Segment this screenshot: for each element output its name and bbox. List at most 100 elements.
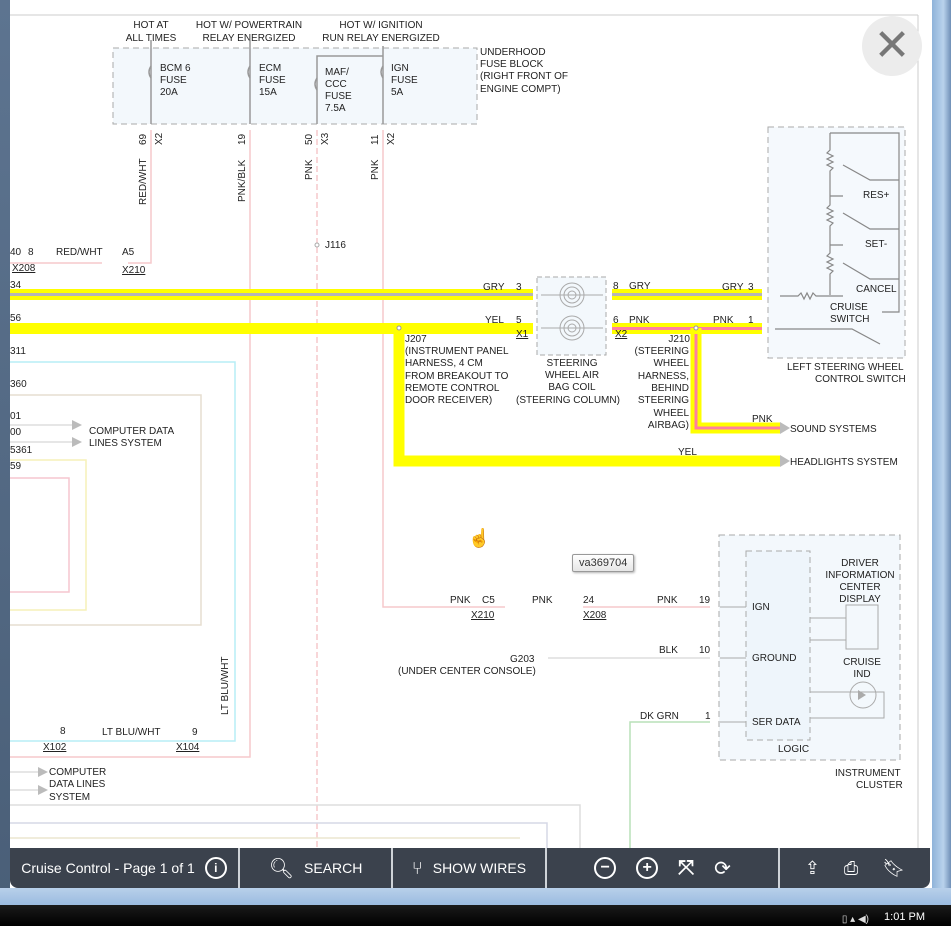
svg-text:8: 8 xyxy=(60,726,66,737)
svg-text:RELAY ENERGIZED: RELAY ENERGIZED xyxy=(203,33,296,44)
bookmark-icon[interactable]: 🔖︎ xyxy=(882,858,905,879)
svg-text:X1: X1 xyxy=(516,329,529,340)
wires-icon: ⑂ xyxy=(411,857,423,878)
svg-text:X104: X104 xyxy=(176,742,200,753)
svg-text:COMPUTER DATA: COMPUTER DATA xyxy=(89,426,175,437)
svg-text:STEERING: STEERING xyxy=(546,358,597,369)
svg-text:3: 3 xyxy=(748,282,754,293)
taskbar: ▯ ▴ ◀) 1:01 PM xyxy=(0,905,951,926)
fit-icon[interactable]: ⤧ xyxy=(678,857,694,880)
print-icon[interactable]: ⎙ xyxy=(844,858,858,879)
svg-text:56: 56 xyxy=(10,313,22,324)
svg-text:DK GRN: DK GRN xyxy=(640,711,679,722)
svg-text:AIRBAG): AIRBAG) xyxy=(648,420,689,431)
svg-text:BEHIND: BEHIND xyxy=(651,383,689,394)
window-frame-bottom xyxy=(0,888,951,905)
svg-text:X208: X208 xyxy=(12,263,36,274)
svg-text:C5: C5 xyxy=(482,595,495,606)
svg-text:1: 1 xyxy=(705,711,711,722)
j207-splice xyxy=(396,325,402,331)
cluster-wires[interactable] xyxy=(548,657,710,848)
svg-text:PNK: PNK xyxy=(629,315,650,326)
svg-text:BLK: BLK xyxy=(659,645,678,656)
svg-text:WHEEL AIR: WHEEL AIR xyxy=(545,370,599,381)
svg-text:LT BLU/WHT: LT BLU/WHT xyxy=(102,727,161,738)
svg-text:LINES SYSTEM: LINES SYSTEM xyxy=(89,438,162,449)
svg-text:A5: A5 xyxy=(122,247,135,258)
svg-text:10: 10 xyxy=(699,645,711,656)
show-wires-label: SHOW WIRES xyxy=(432,860,527,876)
svg-text:9: 9 xyxy=(192,727,198,738)
svg-text:FUSE: FUSE xyxy=(325,91,352,102)
svg-text:INFORMATION: INFORMATION xyxy=(825,570,894,581)
svg-text:ENGINE COMPT): ENGINE COMPT) xyxy=(480,84,561,95)
svg-text:HEADLIGHTS SYSTEM: HEADLIGHTS SYSTEM xyxy=(790,457,898,468)
svg-text:X2: X2 xyxy=(615,329,628,340)
svg-text:5361: 5361 xyxy=(10,445,33,456)
svg-text:J207: J207 xyxy=(405,334,427,345)
wiring-diagram[interactable]: HOT AT ALL TIMES HOT W/ POWERTRAIN RELAY… xyxy=(10,0,932,848)
svg-text:LT BLU/WHT: LT BLU/WHT xyxy=(220,656,231,715)
rotate-icon[interactable]: ⟳ xyxy=(714,856,731,881)
diagram-viewer[interactable]: HOT AT ALL TIMES HOT W/ POWERTRAIN RELAY… xyxy=(10,0,932,888)
svg-text:PNK: PNK xyxy=(752,414,773,425)
close-x-icon[interactable]: ✕ xyxy=(874,24,911,68)
search-button[interactable]: 🔍︎ SEARCH xyxy=(240,848,393,888)
svg-text:COMPUTER: COMPUTER xyxy=(49,767,106,778)
svg-text:CLUSTER: CLUSTER xyxy=(856,780,903,791)
svg-text:CRUISE: CRUISE xyxy=(830,302,868,313)
svg-text:WHEEL: WHEEL xyxy=(653,358,689,369)
svg-text:BCM 6: BCM 6 xyxy=(160,63,191,74)
share-icon[interactable]: ⇪ xyxy=(805,858,820,879)
svg-text:(STEERING: (STEERING xyxy=(635,346,690,357)
j210-splice xyxy=(693,325,699,331)
svg-text:59: 59 xyxy=(10,461,22,472)
document-title: Cruise Control - Page 1 of 1 xyxy=(21,860,195,876)
svg-text:GROUND: GROUND xyxy=(752,653,796,664)
zoom-controls: − + ⤧ ⟳ xyxy=(547,848,780,888)
svg-text:01: 01 xyxy=(10,411,22,422)
svg-text:CRUISE: CRUISE xyxy=(843,657,881,668)
zoom-out-icon[interactable]: − xyxy=(594,857,617,879)
clock[interactable]: 1:01 PM xyxy=(884,911,925,923)
search-label: SEARCH xyxy=(304,860,363,876)
svg-text:SWITCH: SWITCH xyxy=(830,314,869,325)
svg-text:PNK: PNK xyxy=(370,159,381,180)
zoom-in-icon[interactable]: + xyxy=(636,857,659,879)
svg-text:3: 3 xyxy=(516,282,522,293)
svg-text:8: 8 xyxy=(613,281,619,292)
svg-text:CENTER: CENTER xyxy=(839,582,880,593)
svg-text:FUSE: FUSE xyxy=(259,75,286,86)
info-icon[interactable]: i xyxy=(204,857,227,879)
svg-text:(UNDER CENTER CONSOLE): (UNDER CENTER CONSOLE) xyxy=(398,666,536,677)
svg-text:DOOR RECEIVER): DOOR RECEIVER) xyxy=(405,395,492,406)
svg-text:CONTROL SWITCH: CONTROL SWITCH xyxy=(815,374,906,385)
svg-text:GRY: GRY xyxy=(483,282,505,293)
svg-text:(INSTRUMENT PANEL: (INSTRUMENT PANEL xyxy=(405,346,509,357)
svg-text:40: 40 xyxy=(10,247,22,258)
svg-text:G203: G203 xyxy=(510,654,535,665)
svg-text:X208: X208 xyxy=(583,610,607,621)
svg-text:FUSE BLOCK: FUSE BLOCK xyxy=(480,59,544,70)
svg-text:20A: 20A xyxy=(160,87,178,98)
svg-text:DRIVER: DRIVER xyxy=(841,558,879,569)
svg-text:SET-: SET- xyxy=(865,239,887,250)
svg-text:CANCEL: CANCEL xyxy=(856,284,897,295)
svg-text:STEERING: STEERING xyxy=(638,395,689,406)
output-controls: ⇪ ⎙ 🔖︎ xyxy=(780,848,930,888)
hand-cursor-icon: ☝ xyxy=(468,528,491,548)
title-section: Cruise Control - Page 1 of 1 i xyxy=(10,848,240,888)
show-wires-button[interactable]: ⑂ SHOW WIRES xyxy=(393,848,547,888)
svg-text:PNK/BLK: PNK/BLK xyxy=(237,159,248,202)
system-tray-icons[interactable]: ▯ ▴ ◀) xyxy=(842,914,869,925)
svg-text:INSTRUMENT: INSTRUMENT xyxy=(835,768,901,779)
svg-text:RES+: RES+ xyxy=(863,190,890,201)
svg-text:1: 1 xyxy=(748,315,754,326)
window-scrollbar[interactable] xyxy=(932,0,951,905)
svg-text:11: 11 xyxy=(370,134,381,145)
close-button[interactable]: ✕ xyxy=(862,16,922,76)
svg-text:19: 19 xyxy=(237,133,248,145)
fuse-pin-labels: 69 X2 RED/WHT 19 PNK/BLK 50 X3 PNK 11 X2… xyxy=(138,132,397,205)
svg-text:24: 24 xyxy=(583,595,595,606)
svg-text:69: 69 xyxy=(138,133,149,145)
